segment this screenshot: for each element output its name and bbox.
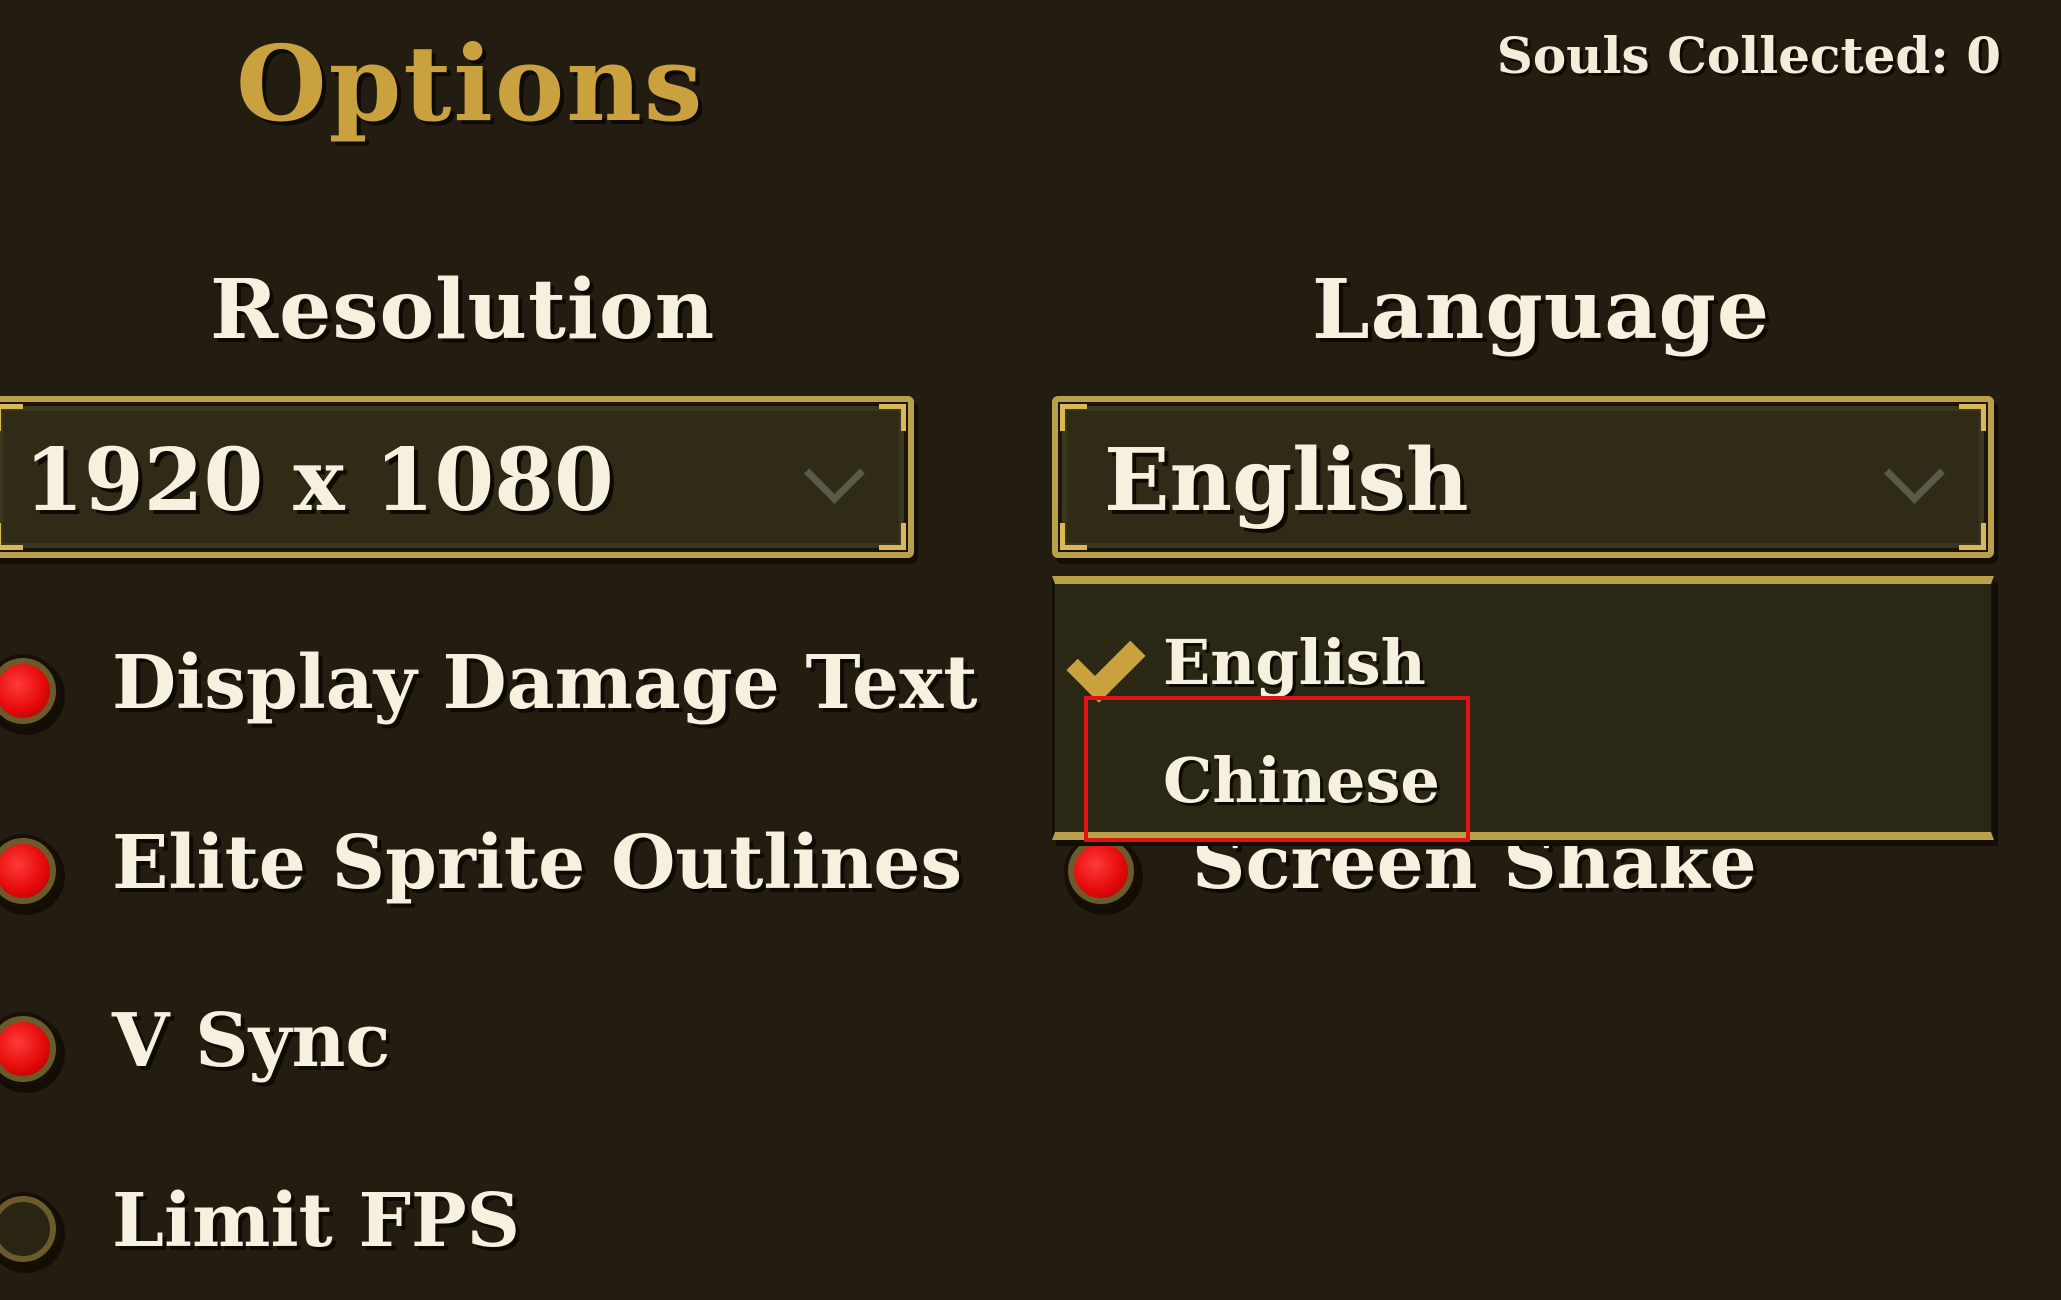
toggle-on-indicator[interactable] [0,838,56,904]
toggle-label: Display Damage Text [112,640,978,726]
chevron-down-icon[interactable] [804,443,865,504]
language-option-chinese[interactable]: Chinese [1163,744,1440,817]
toggle-on-indicator[interactable] [0,1016,56,1082]
resolution-dropdown[interactable]: 1920 x 1080 [0,396,914,558]
language-options-list: English Chinese [1052,576,1994,840]
chevron-down-icon[interactable] [1884,443,1945,504]
resolution-selected-value: 1920 x 1080 [24,430,614,531]
page-title: Options [236,22,705,145]
language-dropdown[interactable]: English [1052,396,1994,558]
language-selected-value: English [1104,430,1469,531]
checkmark-icon [1066,623,1146,703]
toggle-v-sync[interactable]: V Sync [0,180,2061,1084]
toggle-off-indicator[interactable] [0,1196,56,1262]
frame-corner [1060,523,1087,550]
toggle-label: Limit FPS [112,1178,521,1264]
frame-corner [0,523,23,550]
language-option-english[interactable]: English [1163,626,1426,699]
toggle-on-indicator[interactable] [0,658,56,724]
frame-corner [879,523,906,550]
resolution-heading: Resolution [210,262,716,358]
frame-corner [1959,523,1986,550]
frame-corner [879,404,906,431]
toggle-on-indicator[interactable] [1068,838,1134,904]
frame-corner [0,404,23,431]
souls-collected-counter: Souls Collected: 0 [1496,26,2001,85]
frame-corner [1060,404,1087,431]
toggle-label: Elite Sprite Outlines [112,820,963,906]
toggle-label: V Sync [112,998,391,1084]
language-heading: Language [1312,262,1770,358]
frame-corner [1959,404,1986,431]
